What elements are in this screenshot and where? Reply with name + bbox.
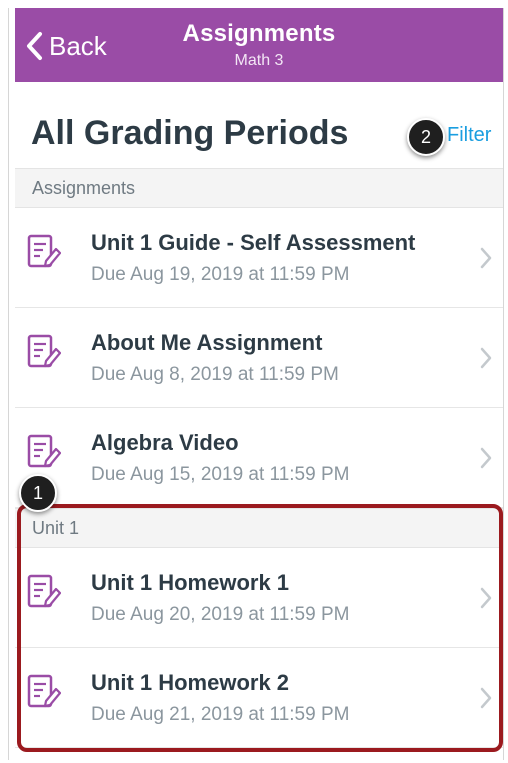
assignment-due-date: Due Aug 15, 2019 at 11:59 PM (91, 464, 350, 485)
assignment-title: Unit 1 Homework 1 (91, 570, 290, 595)
assignment-title: Unit 1 Guide - Self Assessment (91, 230, 416, 255)
callout-badge-1: 1 (19, 474, 57, 512)
assignment-row[interactable]: Unit 1 Homework 1 Due Aug 20, 2019 at 11… (15, 548, 503, 648)
section-header-unit-1: Unit 1 (15, 508, 503, 548)
assignment-due-date: Due Aug 19, 2019 at 11:59 PM (91, 264, 350, 285)
page-title: All Grading Periods (31, 114, 349, 152)
assignment-title: About Me Assignment (91, 330, 323, 355)
assignment-row[interactable]: About Me Assignment Due Aug 8, 2019 at 1… (15, 308, 503, 408)
assignment-edit-icon (27, 334, 61, 368)
assignment-edit-icon (27, 674, 61, 708)
assignment-edit-icon (27, 434, 61, 468)
chevron-right-icon (480, 247, 492, 269)
chevron-right-icon (480, 447, 492, 469)
chevron-right-icon (480, 347, 492, 369)
assignment-title: Unit 1 Homework 2 (91, 670, 290, 695)
assignment-edit-icon (27, 234, 61, 268)
filter-button[interactable]: Filter (447, 124, 491, 147)
assignment-row[interactable]: Algebra Video Due Aug 15, 2019 at 11:59 … (15, 408, 503, 508)
assignment-due-date: Due Aug 8, 2019 at 11:59 PM (91, 364, 339, 385)
callout-badge-2: 2 (407, 118, 445, 156)
assignment-row[interactable]: Unit 1 Homework 2 Due Aug 21, 2019 at 11… (15, 648, 503, 748)
assignment-title: Algebra Video (91, 430, 239, 455)
chevron-right-icon (480, 587, 492, 609)
navigation-bar: Back Assignments Math 3 (15, 8, 503, 82)
section-header-assignments: Assignments (15, 168, 503, 208)
nav-title: Assignments (182, 20, 336, 47)
assignment-edit-icon (27, 574, 61, 608)
assignment-due-date: Due Aug 20, 2019 at 11:59 PM (91, 604, 350, 625)
chevron-right-icon (480, 687, 492, 709)
assignment-due-date: Due Aug 21, 2019 at 11:59 PM (91, 704, 350, 725)
assignment-row[interactable]: Unit 1 Guide - Self Assessment Due Aug 1… (15, 208, 503, 308)
app-screen: Back Assignments Math 3 All Grading Peri… (8, 8, 504, 760)
nav-subtitle: Math 3 (234, 52, 284, 69)
